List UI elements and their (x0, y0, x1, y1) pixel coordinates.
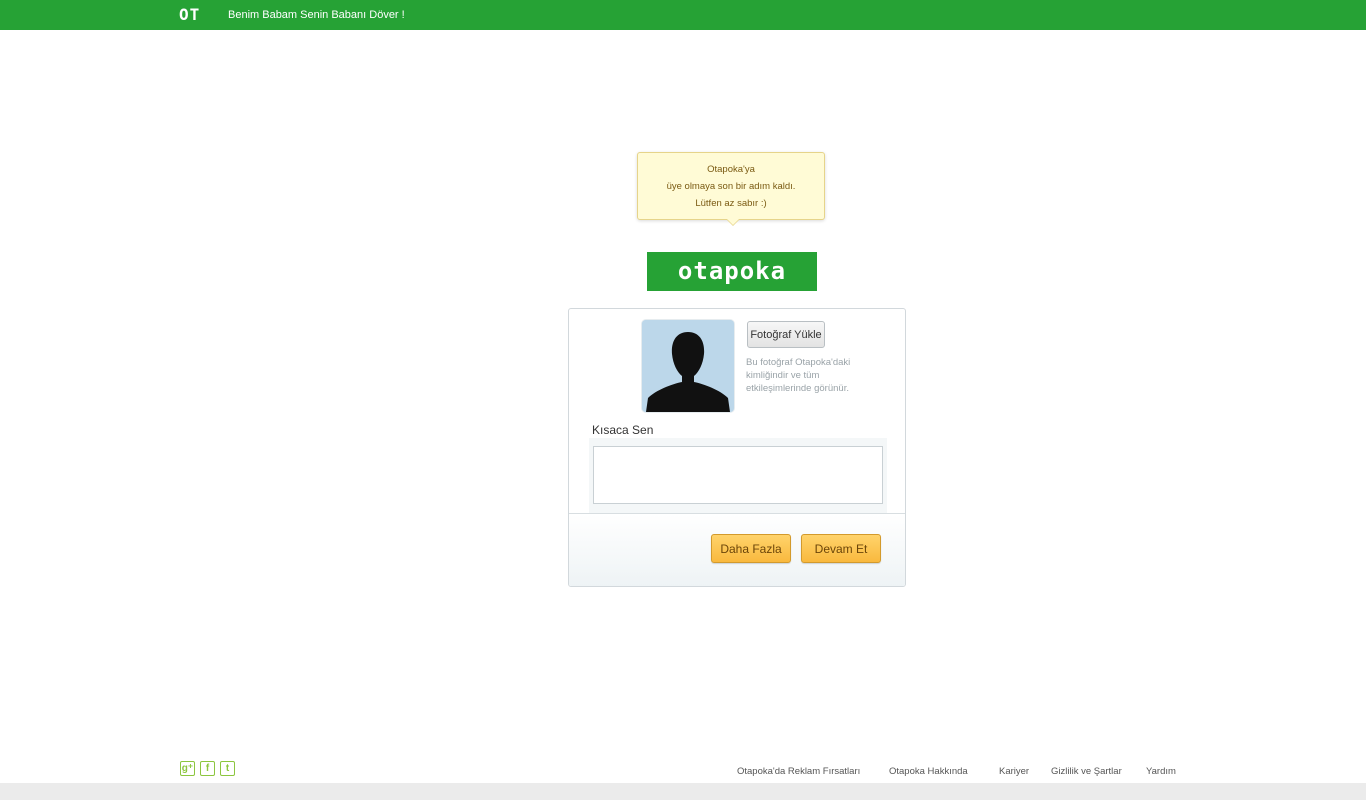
footer-link-help[interactable]: Yardım (1146, 766, 1176, 778)
footer-link-careers[interactable]: Kariyer (999, 766, 1029, 778)
footer-link-about[interactable]: Otapoka Hakkında (889, 766, 968, 778)
about-field-wrapper (589, 438, 887, 513)
about-label: Kısaca Sen (592, 423, 654, 437)
upload-hint-text: Bu fotoğraf Otapoka'daki kimliğindir ve … (746, 357, 851, 394)
tooltip-line-2: üye olmaya son bir adım kaldı. (666, 181, 796, 192)
facebook-icon[interactable]: f (200, 761, 215, 776)
upload-photo-button[interactable]: Fotoğraf Yükle (747, 321, 825, 348)
tooltip-arrow-inner (727, 219, 739, 225)
tooltip-line-1: Otapoka'ya (707, 164, 755, 175)
footer-link-advertising[interactable]: Otapoka'da Reklam Fırsatları (737, 766, 860, 778)
site-slogan: Benim Babam Senin Babanı Döver ! (228, 9, 405, 21)
about-textarea[interactable] (593, 446, 883, 504)
card-footer: Daha Fazla Devam Et (569, 513, 905, 586)
user-silhouette-icon (642, 320, 734, 412)
footer-link-privacy[interactable]: Gizlilik ve Şartlar (1051, 766, 1122, 778)
ot-logo[interactable]: OT (179, 7, 211, 23)
bottom-strip (0, 783, 1366, 800)
signup-tooltip: Otapoka'ya üye olmaya son bir adım kaldı… (637, 152, 825, 226)
more-button[interactable]: Daha Fazla (711, 534, 791, 563)
avatar (642, 320, 734, 412)
top-bar: OT Benim Babam Senin Babanı Döver ! (0, 0, 1366, 30)
otapoka-logo: otapoka (647, 252, 817, 291)
tooltip-line-3: Lütfen az sabır :) (695, 198, 767, 209)
google-plus-icon[interactable]: g⁺ (180, 761, 195, 776)
continue-button[interactable]: Devam Et (801, 534, 881, 563)
profile-card: Fotoğraf Yükle Bu fotoğraf Otapoka'daki … (568, 308, 906, 587)
twitter-icon[interactable]: t (220, 761, 235, 776)
